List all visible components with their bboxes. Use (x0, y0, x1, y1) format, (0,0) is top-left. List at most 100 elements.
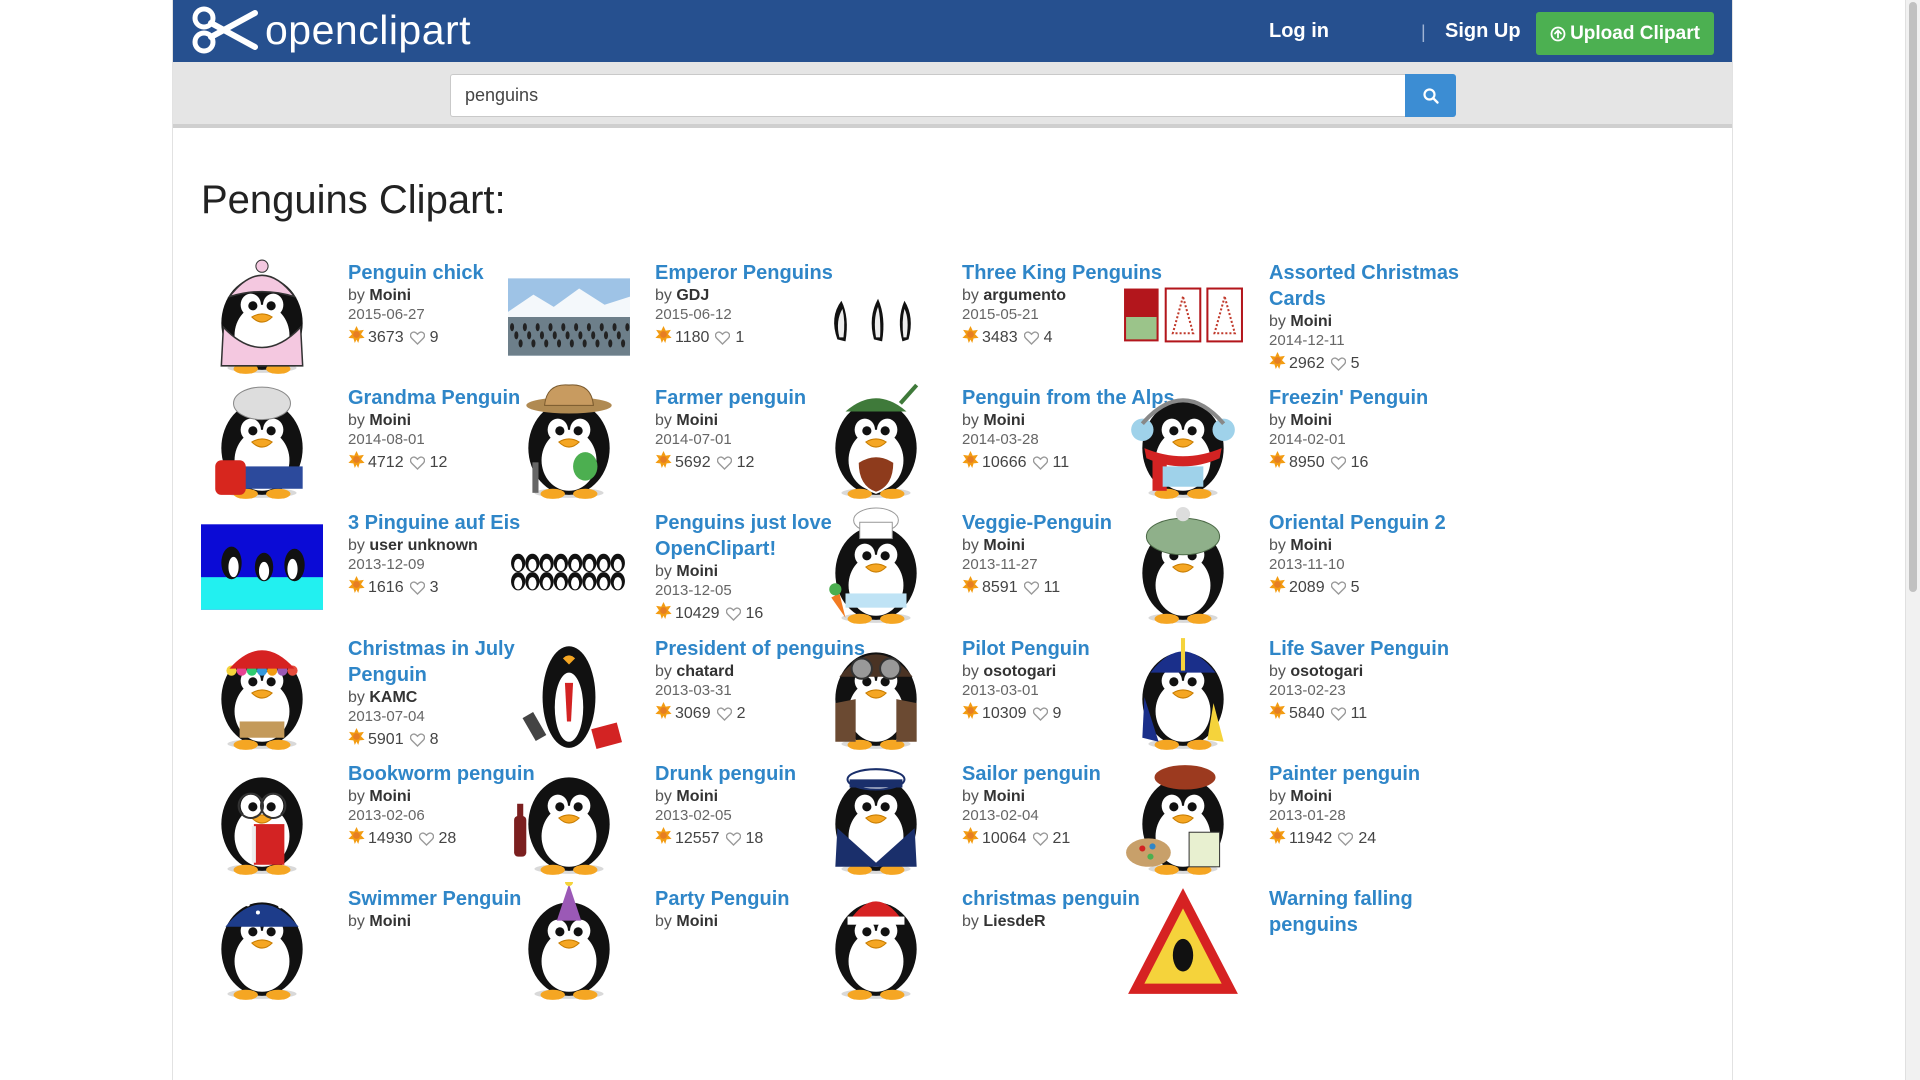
favorite-heart-icon[interactable] (1032, 832, 1051, 846)
clipart-thumbnail[interactable] (815, 882, 937, 1004)
clipart-stats: 8950 16 (1269, 451, 1494, 475)
author-link[interactable]: LiesdeR (983, 913, 1045, 930)
favorite-heart-icon[interactable] (725, 607, 744, 621)
favorite-heart-icon[interactable] (1330, 707, 1349, 721)
clipart-thumbnail[interactable] (1122, 882, 1244, 1004)
logo-text: openclipart (265, 6, 472, 53)
author-link[interactable]: argumento (983, 287, 1066, 304)
scrollbar[interactable] (1905, 0, 1920, 1080)
author-link[interactable]: osotogari (983, 663, 1056, 680)
clipart-thumbnail[interactable] (508, 757, 630, 879)
favorite-heart-icon[interactable] (418, 832, 437, 846)
search-input[interactable] (450, 74, 1405, 117)
clipart-thumbnail[interactable] (1122, 632, 1244, 754)
clipart-title-link[interactable]: Oriental Penguin 2 (1269, 510, 1494, 536)
signup-link[interactable]: Sign Up (1445, 20, 1521, 43)
author-link[interactable]: Moini (369, 412, 411, 429)
favorite-heart-icon[interactable] (409, 581, 428, 595)
clipart-title-link[interactable]: Assorted Christmas Cards (1269, 260, 1494, 312)
clipart-thumbnail[interactable] (201, 882, 323, 1004)
favorite-heart-icon[interactable] (1330, 357, 1349, 371)
clipart-thumbnail[interactable] (1122, 256, 1244, 378)
clipart-thumbnail[interactable] (508, 877, 630, 1004)
author-link[interactable]: Moini (1290, 412, 1332, 429)
clipart-title-link[interactable]: Warning falling penguins (1269, 886, 1494, 938)
search-button[interactable] (1405, 74, 1456, 117)
downloads-icon (655, 451, 675, 475)
download-count: 5840 (1289, 705, 1325, 722)
clipart-title-link[interactable]: Freezin' Penguin (1269, 385, 1494, 411)
favorite-heart-icon[interactable] (716, 456, 735, 470)
author-link[interactable]: osotogari (1290, 663, 1363, 680)
favorite-heart-icon[interactable] (725, 832, 744, 846)
clipart-date: 2013-01-28 (1269, 807, 1346, 824)
favorite-count: 8 (429, 731, 439, 748)
author-link[interactable]: Moini (369, 788, 411, 805)
clipart-thumbnail[interactable] (815, 506, 937, 628)
upload-clipart-button[interactable]: Upload Clipart (1536, 12, 1714, 55)
clipart-thumbnail[interactable] (508, 256, 630, 378)
clipart-thumbnail[interactable] (508, 506, 630, 628)
author-link[interactable]: Moini (1290, 313, 1332, 330)
author-link[interactable]: Moini (369, 913, 411, 930)
clipart-thumbnail[interactable] (815, 757, 937, 879)
favorite-heart-icon[interactable] (1330, 456, 1349, 470)
author-link[interactable]: Moini (1290, 788, 1332, 805)
clipart-title-link[interactable]: Life Saver Penguin (1269, 636, 1494, 662)
favorite-heart-icon[interactable] (1330, 581, 1349, 595)
favorite-heart-icon[interactable] (409, 456, 428, 470)
author-link[interactable]: Moini (369, 287, 411, 304)
clipart-author: by Moini (1269, 313, 1333, 330)
favorite-heart-icon[interactable] (409, 733, 428, 747)
clipart-author: by Moini (1269, 537, 1333, 554)
clipart-thumbnail[interactable] (815, 381, 937, 503)
favorite-heart-icon[interactable] (715, 331, 733, 345)
clipart-thumbnail[interactable] (201, 506, 323, 628)
clipart-thumbnail[interactable] (1122, 506, 1244, 628)
favorite-heart-icon[interactable] (1032, 707, 1051, 721)
login-link[interactable]: Log in (1269, 20, 1329, 43)
favorite-heart-icon[interactable] (1338, 832, 1356, 846)
clipart-thumbnail[interactable] (201, 381, 323, 503)
clipart-thumbnail[interactable] (201, 757, 323, 879)
clipart-thumbnail[interactable] (201, 632, 323, 754)
author-link[interactable]: Moini (1290, 537, 1332, 554)
author-link[interactable]: KAMC (369, 689, 417, 706)
clipart-thumbnail[interactable] (508, 632, 630, 754)
favorite-count: 1 (735, 329, 745, 346)
clipart-date: 2013-11-10 (1269, 556, 1345, 573)
scrollbar-thumb[interactable] (1909, 2, 1917, 592)
author-link[interactable]: Moini (676, 412, 718, 429)
download-count: 10429 (675, 605, 720, 622)
author-link[interactable]: Moini (676, 788, 718, 805)
author-link[interactable]: GDJ (676, 287, 709, 304)
clipart-thumbnail[interactable] (1122, 757, 1244, 879)
favorite-heart-icon[interactable] (1023, 581, 1042, 595)
author-link[interactable]: Moini (983, 537, 1025, 554)
favorite-heart-icon[interactable] (716, 707, 735, 721)
author-link[interactable]: Moini (676, 563, 718, 580)
clipart-thumbnail[interactable] (508, 381, 630, 503)
clipart-author: by Moini (1269, 788, 1333, 805)
download-count: 10064 (982, 830, 1027, 847)
author-link[interactable]: Moini (983, 412, 1025, 429)
author-link[interactable]: user unknown (369, 537, 477, 554)
clipart-title-link[interactable]: Painter penguin (1269, 761, 1494, 787)
clipart-thumbnail[interactable] (201, 256, 323, 378)
favorite-heart-icon[interactable] (409, 331, 428, 345)
clipart-author: by Moini (1269, 412, 1333, 429)
clipart-thumbnail[interactable] (1122, 381, 1244, 503)
favorite-count: 12 (429, 454, 448, 471)
clipart-item: Warning falling penguins (1122, 882, 1492, 1032)
clipart-thumbnail[interactable] (815, 632, 937, 754)
site-logo[interactable]: openclipart (191, 5, 471, 55)
clipart-date: 2013-02-23 (1269, 682, 1346, 699)
favorite-count: 5 (1350, 579, 1360, 596)
author-link[interactable]: Moini (983, 788, 1025, 805)
favorite-heart-icon[interactable] (1023, 331, 1042, 345)
clipart-thumbnail[interactable] (815, 256, 937, 378)
author-link[interactable]: Moini (676, 913, 718, 930)
download-count: 2089 (1289, 579, 1325, 596)
author-link[interactable]: chatard (676, 663, 734, 680)
favorite-heart-icon[interactable] (1032, 456, 1051, 470)
